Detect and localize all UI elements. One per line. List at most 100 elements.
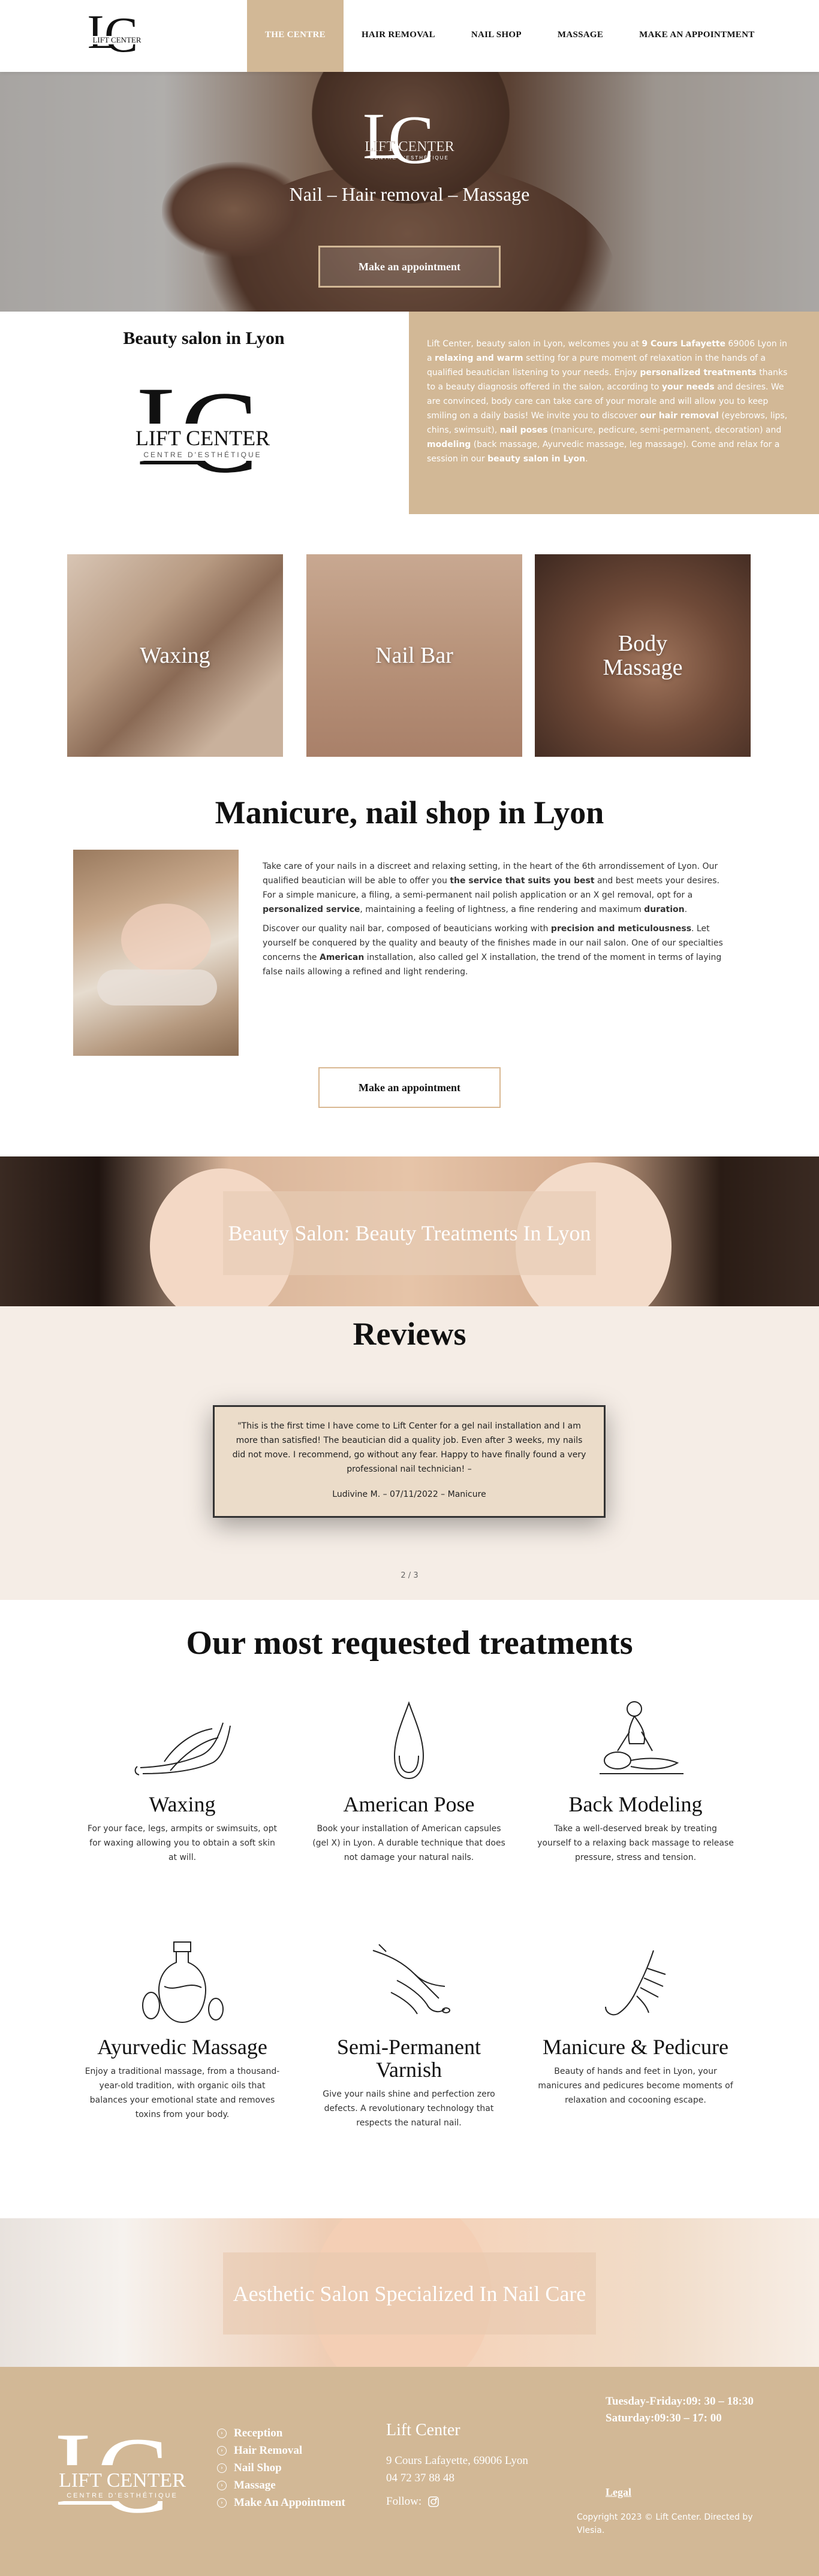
svg-text:C: C xyxy=(388,103,434,174)
footer-address: 9 Cours Lafayette, 69006 Lyon xyxy=(386,2454,528,2467)
review-author: Ludivine M. – 07/11/2022 – Manicure xyxy=(332,1490,486,1499)
manicure-paragraph: Take care of your nails in a discreet an… xyxy=(263,859,730,917)
manicure-paragraph: Discover our quality nail bar, composed … xyxy=(263,922,730,979)
treatments-title: Our most requested treatments xyxy=(186,1624,633,1662)
intro-text-part: . xyxy=(585,454,588,464)
treatment-title: American Pose xyxy=(343,1792,475,1816)
follow-label: Follow: xyxy=(386,2495,422,2508)
text-part: . xyxy=(684,905,688,914)
footer-link-label: Hair Removal xyxy=(234,2444,303,2457)
hero-appointment-button[interactable]: Make an appointment xyxy=(318,246,501,288)
service-card-waxing[interactable]: Waxing xyxy=(67,554,283,757)
intro-text: Lift Center, beauty salon in Lyon, welco… xyxy=(409,312,819,514)
banner-title: Aesthetic Salon Specialized In Nail Care xyxy=(223,2252,596,2335)
intro-text-part: Lift Center, beauty salon in Lyon, welco… xyxy=(427,339,642,349)
intro-text-bold: beauty salon in Lyon xyxy=(487,454,586,464)
footer-hours: Tuesday-Friday:09: 30 – 18:30 Saturday:0… xyxy=(606,2395,754,2424)
nav-item-nail-shop[interactable]: NAIL SHOP xyxy=(453,0,540,72)
photo-towel xyxy=(97,970,217,1005)
footer-link-reception[interactable]: › Reception xyxy=(217,2424,345,2442)
arrow-icon: › xyxy=(217,2463,227,2473)
treatment-manicure-pedicure: Manicure & Pedicure Beauty of hands and … xyxy=(534,1938,737,2107)
footer-nav: › Reception › Hair Removal › Nail Shop › Mas… xyxy=(217,2424,345,2511)
varnish-hand-icon xyxy=(372,1944,450,2015)
nav-item-the-centre[interactable]: THE CENTRE xyxy=(247,0,344,72)
footer-follow: Follow: xyxy=(386,2495,528,2508)
legs-icon xyxy=(134,1722,231,1775)
svg-text:LIFT CENTER: LIFT CENTER xyxy=(365,139,454,155)
treatment-text: Beauty of hands and feet in Lyon, your m… xyxy=(538,2067,733,2105)
site-header: L C LIFT CENTER THE CENTRE HAIR REMOVAL … xyxy=(0,0,819,72)
intro-text-bold: nail poses xyxy=(499,425,548,435)
footer-link-nail-shop[interactable]: › Nail Shop xyxy=(217,2459,345,2477)
treatment-title: Waxing xyxy=(149,1792,216,1816)
text-bold: the service that suits you best xyxy=(450,876,595,886)
treatment-semi-permanent-varnish: Semi-Permanent Varnish Give your nails s… xyxy=(307,1938,511,2130)
text-bold: personalized service xyxy=(263,905,360,914)
intro-title: Beauty salon in Lyon xyxy=(123,328,285,348)
review-card: "This is the first time I have come to L… xyxy=(213,1405,606,1518)
intro-text-bold: relaxing and warm xyxy=(435,354,523,363)
service-label: Waxing xyxy=(140,643,210,668)
manicure-photo xyxy=(73,850,239,1056)
intro-text-bold: your needs xyxy=(661,382,715,392)
hand-icon xyxy=(605,1950,666,2016)
footer-legal-link[interactable]: Legal xyxy=(606,2486,631,2499)
treatment-text: Enjoy a traditional massage, from a thou… xyxy=(85,2067,280,2119)
treatment-title: Semi-Permanent Varnish xyxy=(337,2035,481,2082)
treatment-text: For your face, legs, armpits or swimsuit… xyxy=(87,1824,278,1862)
text-part: Discover our quality nail bar, composed … xyxy=(263,924,551,934)
svg-text:LIFT CENTER: LIFT CENTER xyxy=(59,2469,186,2492)
manicure-appointment-button[interactable]: Make an appointment xyxy=(318,1067,501,1108)
intro-text-bold: 9 Cours Lafayette xyxy=(642,339,725,349)
footer-link-appointment[interactable]: › Make An Appointment xyxy=(217,2494,345,2511)
svg-text:CENTRE D'ESTHÉTIQUE: CENTRE D'ESTHÉTIQUE xyxy=(67,2492,178,2499)
intro-text-bold: our hair removal xyxy=(640,411,719,421)
svg-text:LIFT CENTER: LIFT CENTER xyxy=(136,426,270,450)
hero-title: Nail – Hair removal – Massage xyxy=(289,183,530,205)
logo[interactable]: L C LIFT CENTER xyxy=(84,8,150,64)
arrow-icon: › xyxy=(217,2498,227,2508)
footer-link-label: Massage xyxy=(234,2479,276,2492)
banner-title: Beauty Salon: Beauty Treatments In Lyon xyxy=(223,1191,596,1275)
treatment-title: Manicure & Pedicure xyxy=(543,2035,728,2059)
treatment-text: Book your installation of American capsu… xyxy=(312,1824,505,1862)
footer-company-name: Lift Center xyxy=(386,2421,460,2439)
hero: L C LIFT CENTER CENTRE D'ESTHÉTIQUE Nail… xyxy=(0,72,819,312)
service-label: Nail Bar xyxy=(375,643,453,668)
footer-phone[interactable]: 04 72 37 88 48 xyxy=(386,2469,528,2487)
manicure-title: Manicure, nail shop in Lyon xyxy=(215,795,604,831)
beauty-banner: Beauty Salon: Beauty Treatments In Lyon xyxy=(0,1156,819,1306)
instagram-icon[interactable] xyxy=(427,2496,439,2508)
treatment-text: Take a well-deserved break by treating y… xyxy=(537,1824,734,1862)
footer-logo[interactable]: L C LIFT CENTER CENTRE D'ESTHÉTIQUE xyxy=(50,2421,194,2521)
intro-text-bold: personalized treatments xyxy=(640,368,757,378)
review-quote: "This is the first time I have come to L… xyxy=(232,1421,586,1474)
footer-link-label: Make An Appointment xyxy=(234,2496,345,2509)
reviews-title: Reviews xyxy=(353,1316,466,1352)
nav-item-make-appointment[interactable]: MAKE AN APPOINTMENT xyxy=(621,0,772,72)
service-card-body-massage[interactable]: Body Massage xyxy=(535,554,751,757)
intro-text-bold: modeling xyxy=(427,440,471,449)
footer-copyright: Copyright 2023 © Lift Center. Directed b… xyxy=(577,2512,753,2535)
nail-icon xyxy=(393,1701,424,1780)
hero-logo: L C LIFT CENTER CENTRE D'ESTHÉTIQUE xyxy=(363,103,454,174)
service-label: Body Massage xyxy=(603,631,683,680)
treatment-waxing: Waxing For your face, legs, armpits or s… xyxy=(80,1696,284,1865)
treatment-text: Give your nails shine and perfection zer… xyxy=(323,2089,495,2128)
massage-icon xyxy=(600,1701,683,1774)
nav-item-massage[interactable]: MASSAGE xyxy=(540,0,621,72)
nav-item-hair-removal[interactable]: HAIR REMOVAL xyxy=(344,0,453,72)
text-bold: precision and meticulousness xyxy=(550,924,692,934)
footer-link-hair-removal[interactable]: › Hair Removal xyxy=(217,2442,345,2459)
main-nav: THE CENTRE HAIR REMOVAL NAIL SHOP MASSAG… xyxy=(247,0,773,72)
svg-text:CENTRE D'ESTHÉTIQUE: CENTRE D'ESTHÉTIQUE xyxy=(143,450,261,459)
footer-link-massage[interactable]: › Massage xyxy=(217,2477,345,2494)
treatment-back-modeling: Back Modeling Take a well-deserved break… xyxy=(534,1696,737,1865)
intro-logo: L C LIFT CENTER CENTRE D'ESTHÉTIQUE xyxy=(136,375,270,482)
review-pager[interactable]: 2 / 3 xyxy=(0,1571,819,1580)
arrow-icon: › xyxy=(217,2428,227,2438)
footer-contact: Lift Center 9 Cours Lafayette, 69006 Lyo… xyxy=(386,2421,528,2508)
treatment-american-pose: American Pose Book your installation of … xyxy=(307,1696,511,1865)
service-card-nail-bar[interactable]: Nail Bar xyxy=(306,554,522,757)
